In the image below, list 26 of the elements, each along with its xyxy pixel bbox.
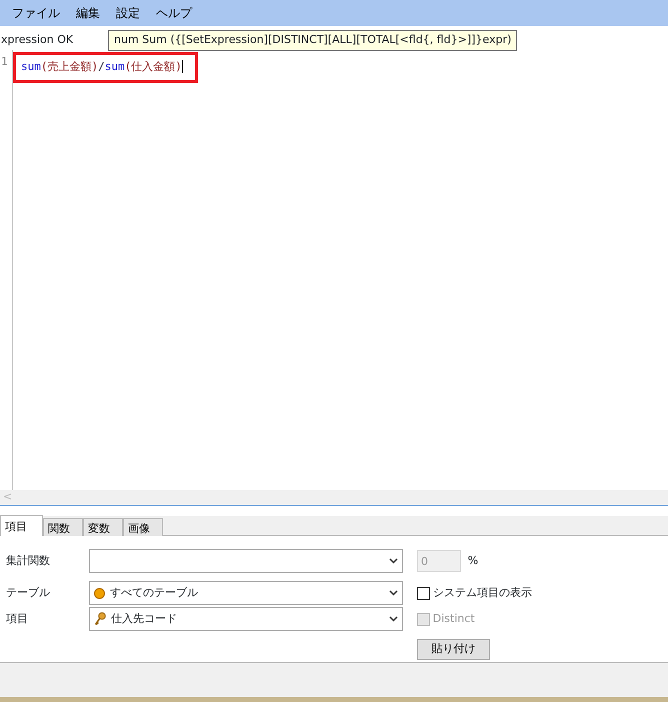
- chevron-down-icon: [389, 590, 398, 596]
- tab[interactable]: 項目: [0, 515, 43, 536]
- chevron-down-icon: [389, 616, 398, 622]
- status-text: xpression OK: [1, 32, 74, 48]
- chevron-down-icon: [389, 558, 398, 564]
- field-label: 項目: [5, 610, 29, 627]
- menu-item[interactable]: ヘルプ: [148, 4, 200, 22]
- tab[interactable]: 変数: [83, 518, 123, 536]
- field-label: 集計関数: [5, 552, 51, 569]
- unit-label: %: [468, 552, 478, 569]
- dropdown[interactable]: すべてのテーブル: [89, 581, 403, 605]
- checkbox-label: Distinct: [432, 610, 475, 627]
- tooltip: num Sum ({[SetExpression][DISTINCT][ALL][TOTAL[<fld{, fld}>]]}expr): [108, 30, 518, 50]
- menu-item[interactable]: ファイル: [4, 4, 68, 22]
- menu-item[interactable]: 編集: [68, 4, 108, 22]
- dropdown[interactable]: 仕入先コード: [89, 607, 403, 631]
- line-number: 1: [0, 50, 13, 490]
- key-icon: [94, 612, 106, 626]
- menu-item[interactable]: 設定: [108, 4, 148, 22]
- circle-icon: [94, 588, 105, 598]
- field-label: テーブル: [5, 584, 51, 601]
- tab[interactable]: 関数: [43, 518, 83, 536]
- tab[interactable]: 画像: [123, 518, 163, 536]
- checkbox[interactable]: [417, 586, 430, 600]
- paste-button[interactable]: 貼り付け: [417, 638, 490, 660]
- checkbox-label: システム項目の表示: [432, 584, 532, 601]
